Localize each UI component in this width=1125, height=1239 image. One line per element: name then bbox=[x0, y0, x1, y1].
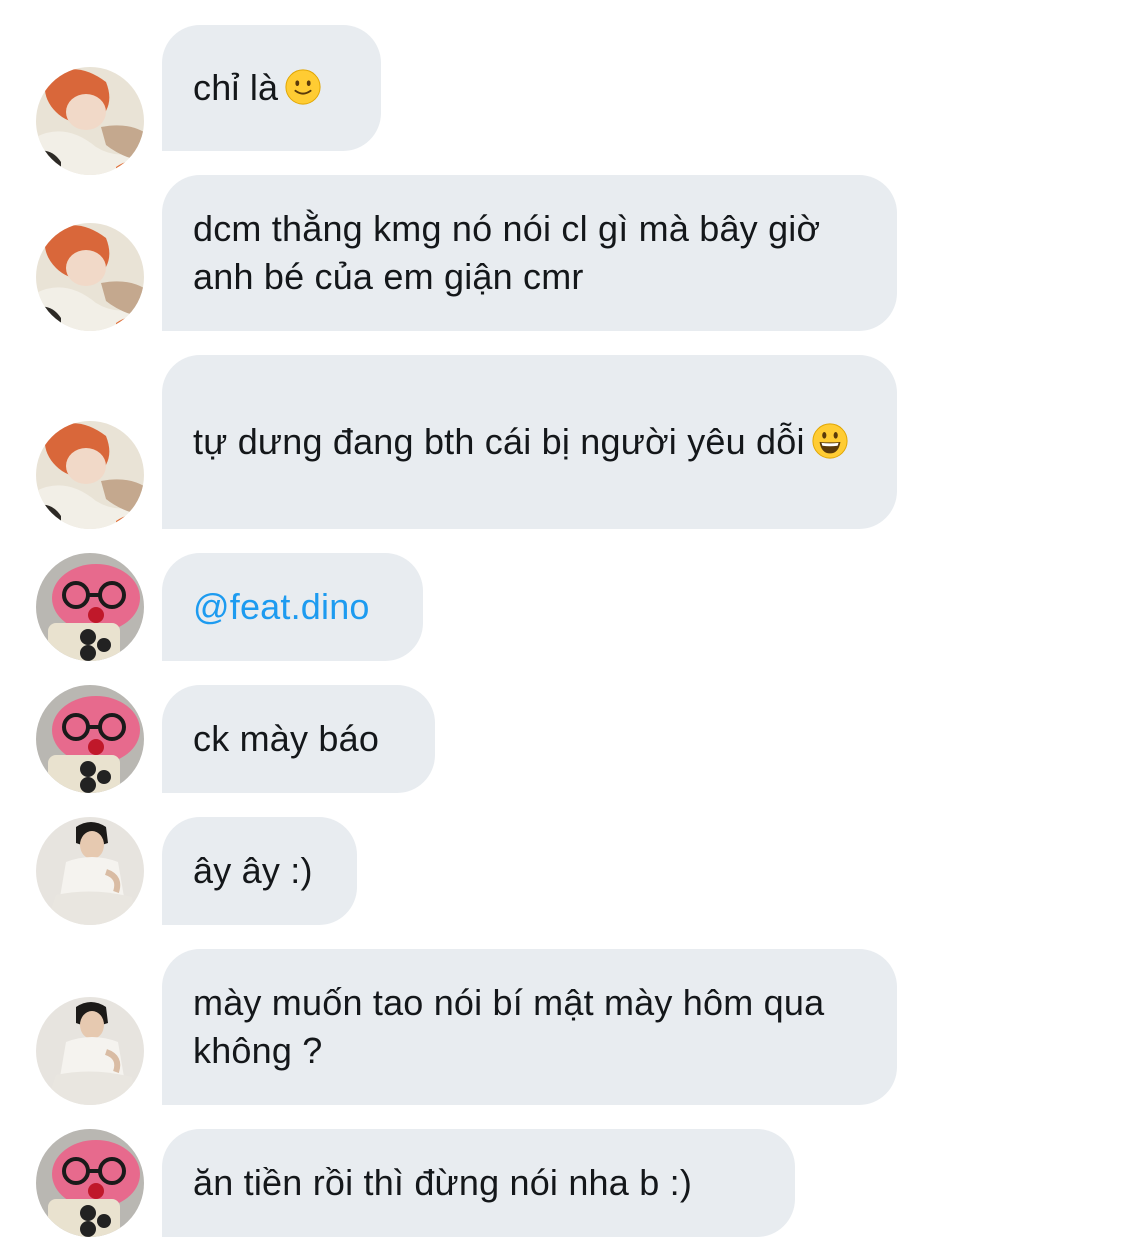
message-text: mày muốn tao nói bí mật mày hôm qua khôn… bbox=[193, 982, 825, 1071]
avatar-man-white[interactable] bbox=[36, 997, 144, 1105]
avatar-redhair-image bbox=[36, 223, 144, 331]
message-row: chỉ là bbox=[0, 25, 1125, 175]
message-bubble[interactable]: ây ây :) bbox=[162, 817, 357, 925]
message-bubble[interactable]: ăn tiền rồi thì đừng nói nha b :) bbox=[162, 1129, 795, 1237]
message-row: ây ây :) bbox=[0, 817, 1125, 925]
avatar-man-white[interactable] bbox=[36, 817, 144, 925]
message-text: ăn tiền rồi thì đừng nói nha b :) bbox=[193, 1162, 693, 1203]
message-text: tự dưng đang bth cái bị người yêu dỗi bbox=[193, 421, 805, 462]
message-text: dcm thằng kmg nó nói cl gì mà bây giờ an… bbox=[193, 208, 821, 297]
avatar-pink-plush-image bbox=[36, 685, 144, 793]
avatar-pink-plush[interactable] bbox=[36, 685, 144, 793]
message-row: @feat.dino bbox=[0, 553, 1125, 661]
message-row: dcm thằng kmg nó nói cl gì mà bây giờ an… bbox=[0, 175, 1125, 331]
message-bubble[interactable]: mày muốn tao nói bí mật mày hôm qua khôn… bbox=[162, 949, 897, 1105]
message-text: ây ây :) bbox=[193, 850, 313, 891]
avatar-man-white-image bbox=[36, 817, 144, 925]
message-thread: chỉ là dcm thằng kmg nó nói cl gì mà bây… bbox=[0, 0, 1125, 1239]
avatar-redhair-image bbox=[36, 67, 144, 175]
mention-link[interactable]: @feat.dino bbox=[193, 583, 370, 631]
avatar-pink-plush-image bbox=[36, 1129, 144, 1237]
slightly-smiling-face-icon bbox=[284, 68, 322, 106]
avatar-pink-plush-image bbox=[36, 553, 144, 661]
message-row: tự dưng đang bth cái bị người yêu dỗi bbox=[0, 355, 1125, 529]
message-bubble[interactable]: chỉ là bbox=[162, 25, 381, 151]
message-bubble[interactable]: dcm thằng kmg nó nói cl gì mà bây giờ an… bbox=[162, 175, 897, 331]
message-bubble[interactable]: ck mày báo bbox=[162, 685, 435, 793]
message-bubble[interactable]: @feat.dino bbox=[162, 553, 423, 661]
grinning-face-icon bbox=[811, 422, 849, 460]
avatar-man-white-image bbox=[36, 997, 144, 1105]
avatar-redhair-image bbox=[36, 421, 144, 529]
avatar-redhair[interactable] bbox=[36, 67, 144, 175]
avatar-redhair[interactable] bbox=[36, 421, 144, 529]
avatar-redhair[interactable] bbox=[36, 223, 144, 331]
message-row: mày muốn tao nói bí mật mày hôm qua khôn… bbox=[0, 949, 1125, 1105]
message-bubble[interactable]: tự dưng đang bth cái bị người yêu dỗi bbox=[162, 355, 897, 529]
message-row: ck mày báo bbox=[0, 685, 1125, 793]
message-row: ăn tiền rồi thì đừng nói nha b :) bbox=[0, 1129, 1125, 1237]
message-text: chỉ là bbox=[193, 67, 279, 108]
message-text: ck mày báo bbox=[193, 718, 380, 759]
avatar-pink-plush[interactable] bbox=[36, 553, 144, 661]
avatar-pink-plush[interactable] bbox=[36, 1129, 144, 1237]
